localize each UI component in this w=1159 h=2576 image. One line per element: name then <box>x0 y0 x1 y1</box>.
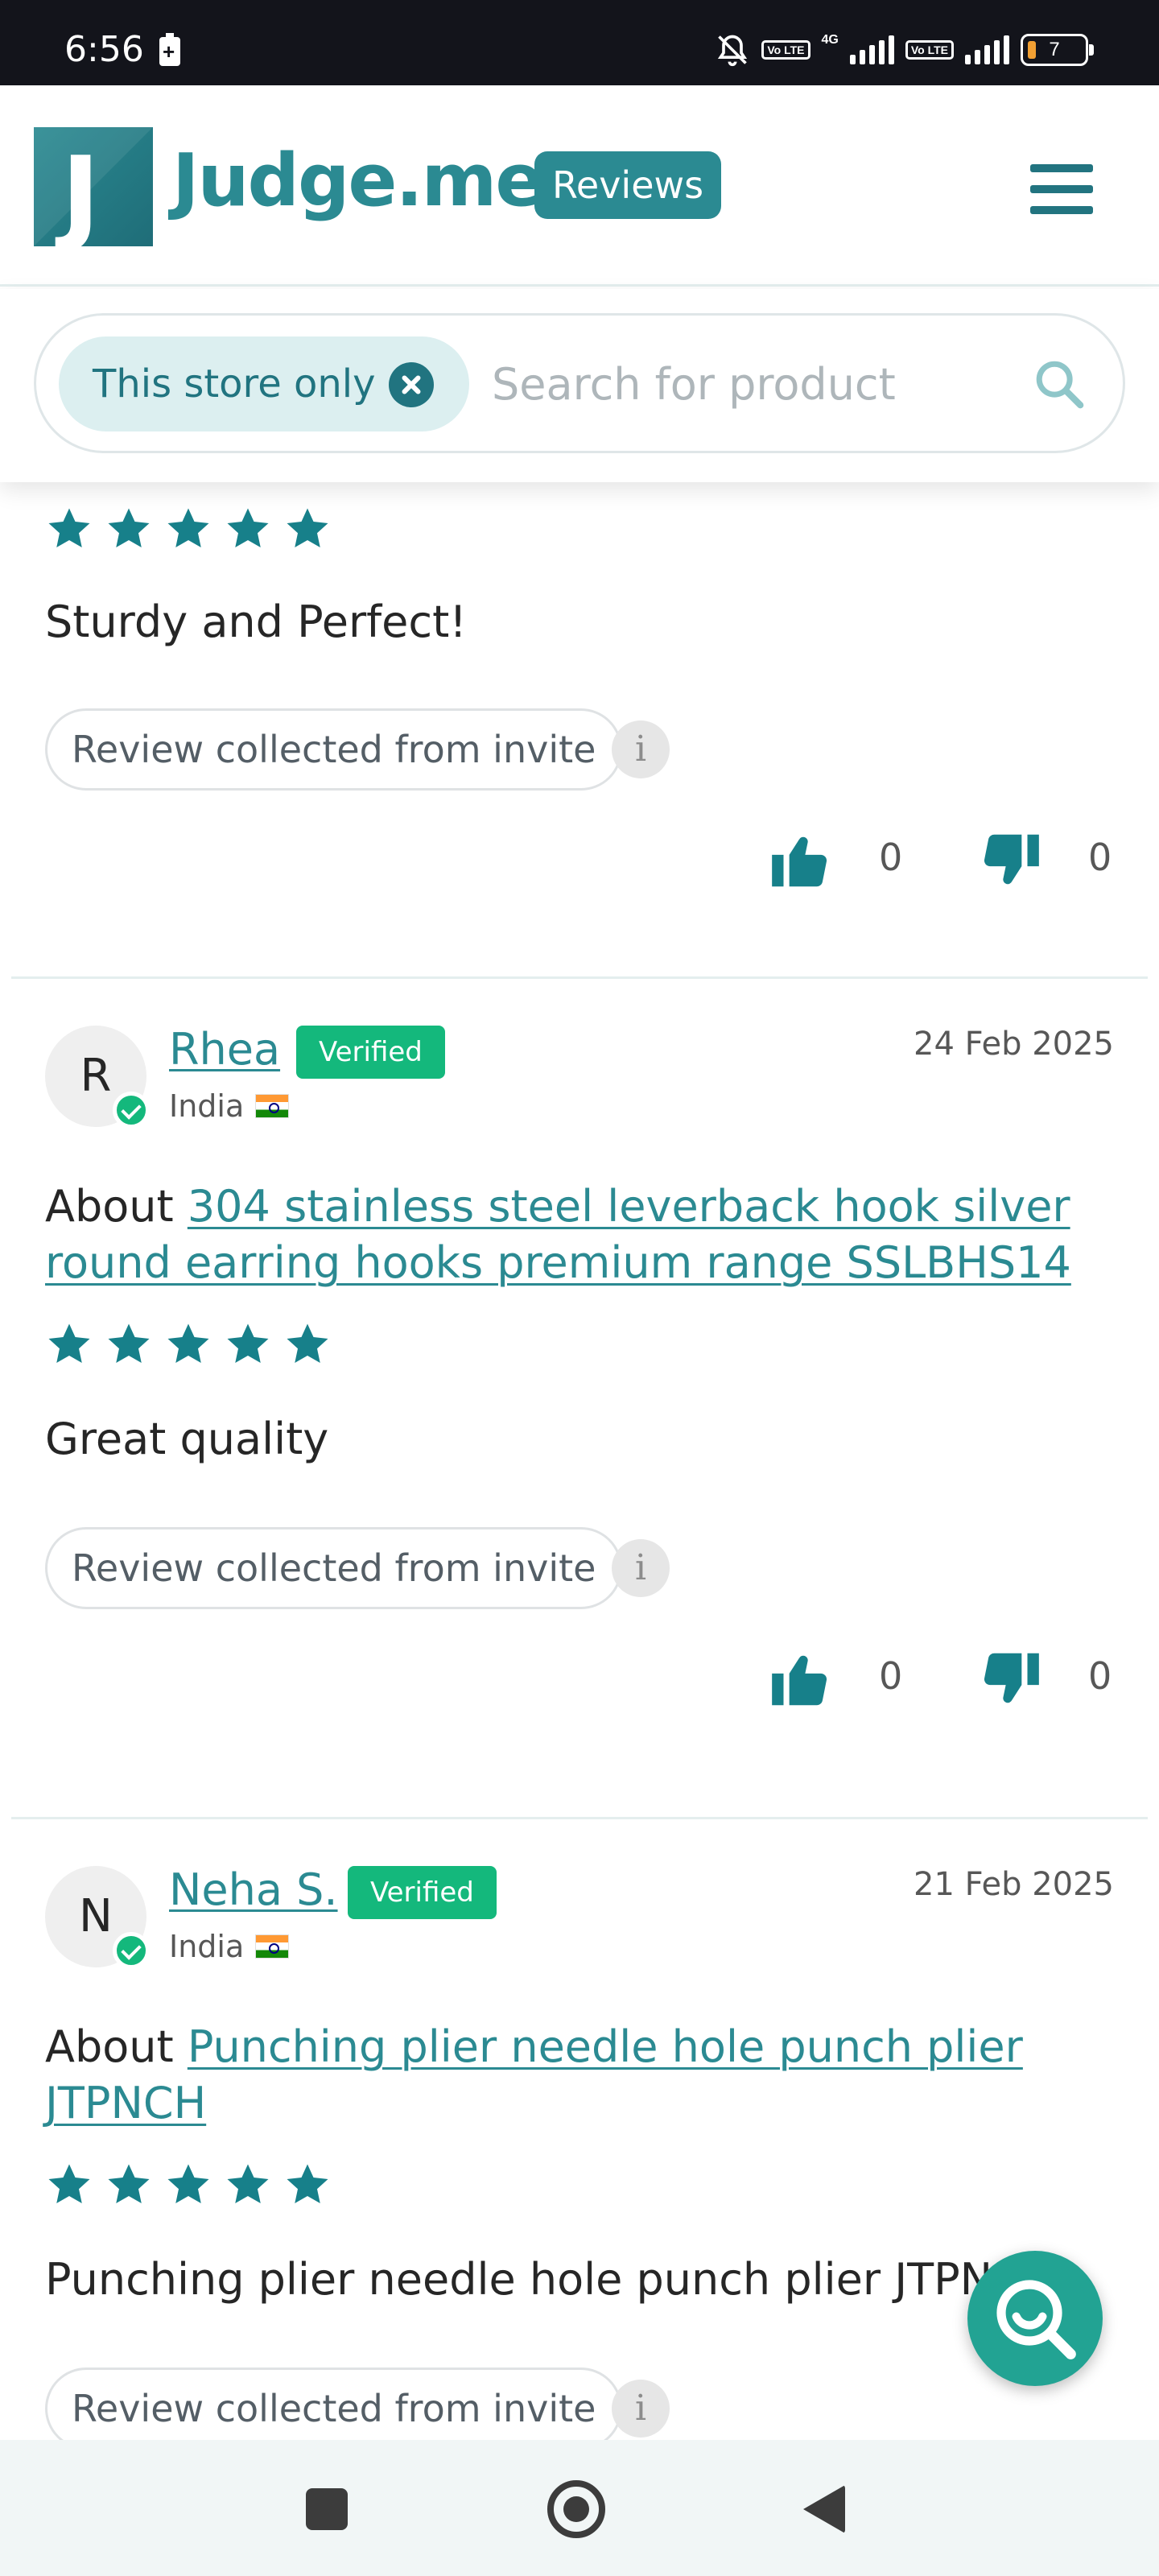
status-time: 6:56 <box>64 29 144 70</box>
battery-icon: 7 <box>1021 34 1094 66</box>
avatar-initial: R <box>80 1050 112 1102</box>
signal-icon-2 <box>965 35 1009 64</box>
review-product: About Punching plier needle hole punch p… <box>45 2019 1091 2132</box>
helpful-count: 0 <box>879 1654 903 1698</box>
hamburger-menu-icon[interactable] <box>1030 164 1093 214</box>
review-date: 21 Feb 2025 <box>914 1866 1114 1903</box>
store-filter-chip[interactable]: This store only <box>59 336 469 431</box>
status-icons: Vo LTE 4G Vo LTE 7 <box>715 31 1094 69</box>
thumbs-down-icon[interactable] <box>975 1645 1045 1714</box>
avatar: N <box>45 1866 150 1969</box>
review-text: Sturdy and Perfect! <box>45 597 467 647</box>
review-card: Sturdy and Perfect! Review collected fro… <box>0 482 1159 979</box>
india-flag-icon <box>255 1094 290 1118</box>
verified-badge: Verified <box>296 1026 445 1079</box>
star-rating <box>45 1320 332 1368</box>
star-icon <box>108 508 150 547</box>
reviewer-country: India <box>169 1088 290 1124</box>
product-link[interactable]: Punching plier needle hole punch plier J… <box>45 2021 1023 2128</box>
india-flag-icon <box>255 1934 290 1959</box>
avatar: R <box>45 1026 150 1129</box>
remove-filter-icon[interactable] <box>389 362 434 407</box>
battery-level: 7 <box>1049 39 1060 60</box>
thumbs-down-icon[interactable] <box>975 826 1045 895</box>
status-bar: 6:56 Vo LTE 4G Vo LTE 7 <box>0 0 1159 85</box>
star-icon <box>227 1323 269 1363</box>
back-icon[interactable] <box>803 2485 845 2533</box>
avatar-initial: N <box>79 1890 113 1942</box>
judge-me-logo[interactable]: J <box>34 127 153 246</box>
star-icon <box>287 2164 328 2203</box>
search-reviews-fab[interactable] <box>967 2251 1103 2386</box>
about-prefix: About <box>45 1181 174 1232</box>
search-section: This store only <box>0 289 1159 482</box>
helpful-vote[interactable]: 0 <box>766 826 902 895</box>
country-name: India <box>169 1088 245 1124</box>
brand-name[interactable]: Judge.me <box>172 138 544 223</box>
verified-check-icon <box>113 1092 150 1129</box>
home-icon[interactable] <box>547 2480 605 2538</box>
reviews-list: Sturdy and Perfect! Review collected fro… <box>0 482 1159 2440</box>
star-icon <box>287 1323 328 1363</box>
review-source-badge: Review collected from invite <box>45 1527 623 1609</box>
review-date: 24 Feb 2025 <box>914 1026 1114 1063</box>
review-source-badge: Review collected from invite <box>45 708 623 791</box>
star-icon <box>48 1323 90 1363</box>
star-icon <box>48 2164 90 2203</box>
system-nav-bar <box>0 2440 1159 2576</box>
not-helpful-vote[interactable]: 0 <box>975 1645 1112 1714</box>
star-rating <box>45 505 332 553</box>
review-product: About 304 stainless steel leverback hook… <box>45 1179 1091 1291</box>
info-icon[interactable]: i <box>612 720 670 778</box>
star-icon <box>227 2164 269 2203</box>
reviewer-name[interactable]: Rhea <box>169 1024 280 1075</box>
product-search-input[interactable] <box>492 348 1007 420</box>
reviewer-name[interactable]: Neha S. <box>169 1864 338 1915</box>
reviews-badge: Reviews <box>534 151 722 219</box>
volte-icon: Vo LTE <box>761 40 810 60</box>
helpful-vote[interactable]: 0 <box>766 1645 902 1714</box>
network-type: 4G <box>821 33 839 47</box>
notifications-muted-icon <box>718 35 748 67</box>
search-bar: This store only <box>34 313 1125 453</box>
review-card: R Rhea Verified India 24 Feb 2025 About … <box>0 979 1159 1819</box>
star-icon <box>287 508 328 547</box>
signal-icon <box>849 35 894 64</box>
store-filter-label: This store only <box>93 361 376 407</box>
info-icon[interactable]: i <box>612 1539 670 1597</box>
info-icon[interactable]: i <box>612 2380 670 2438</box>
star-icon <box>227 508 269 547</box>
search-icon[interactable] <box>1031 356 1087 412</box>
review-text: Great quality <box>45 1414 329 1464</box>
recent-apps-icon[interactable] <box>306 2488 348 2530</box>
not-helpful-count: 0 <box>1088 1654 1112 1698</box>
verified-badge: Verified <box>348 1866 497 1919</box>
search-smile-icon <box>996 2280 1076 2359</box>
about-prefix: About <box>45 2021 174 2072</box>
not-helpful-count: 0 <box>1088 836 1112 879</box>
country-name: India <box>169 1929 245 1964</box>
thumbs-up-icon[interactable] <box>766 1645 835 1714</box>
review-source-badge: Review collected from invite <box>45 2368 623 2440</box>
helpful-count: 0 <box>879 836 903 879</box>
star-icon <box>108 1323 150 1363</box>
site-header: J Judge.me Reviews <box>0 85 1159 287</box>
battery-saver-icon <box>159 33 180 66</box>
volte-icon-2: Vo LTE <box>905 40 954 60</box>
logo-letter: J <box>61 134 101 246</box>
review-text: Punching plier needle hole punch plier J… <box>45 2254 1056 2305</box>
product-link[interactable]: 304 stainless steel leverback hook silve… <box>45 1181 1071 1288</box>
star-rating <box>45 2161 332 2209</box>
reviewer-country: India <box>169 1929 290 1964</box>
star-icon <box>167 508 209 547</box>
star-icon <box>167 1323 209 1363</box>
star-icon <box>167 2164 209 2203</box>
star-icon <box>48 508 90 547</box>
not-helpful-vote[interactable]: 0 <box>975 826 1112 895</box>
star-icon <box>108 2164 150 2203</box>
verified-check-icon <box>113 1932 150 1969</box>
thumbs-up-icon[interactable] <box>766 826 835 895</box>
